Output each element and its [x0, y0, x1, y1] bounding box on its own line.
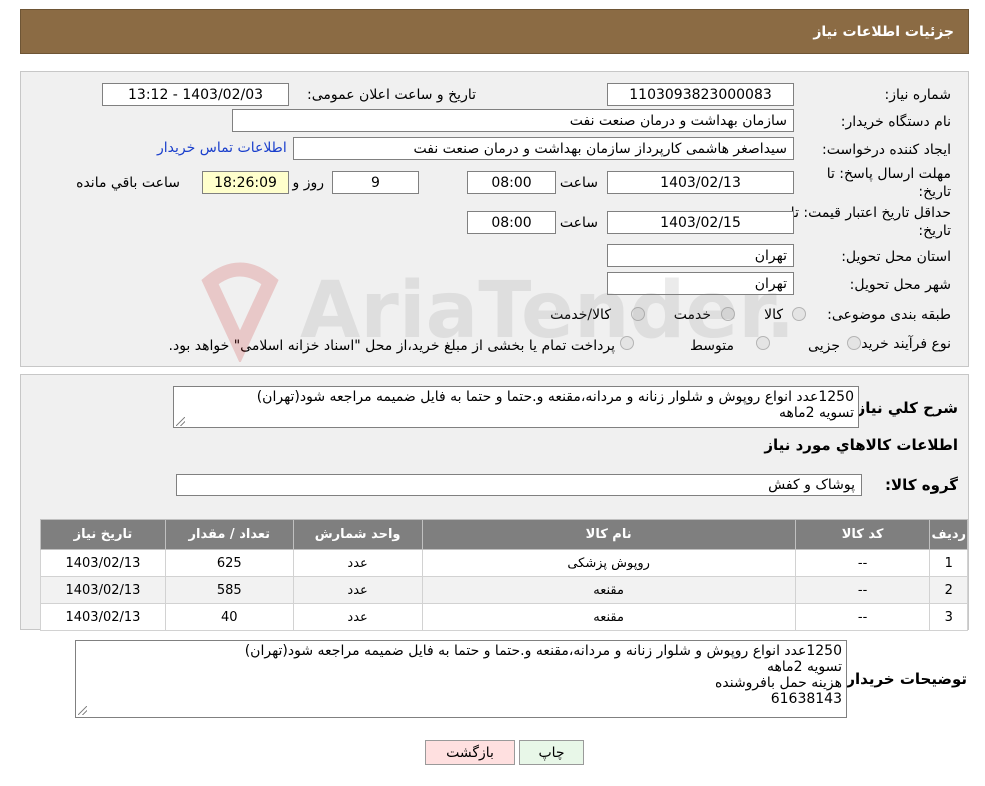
resize-grip-icon[interactable] [176, 417, 185, 426]
table-row: 1 -- روپوش پزشکی عدد 625 1403/02/13 [40, 549, 968, 577]
summary-label: شرح کلي نياز: [850, 399, 958, 417]
announce-datetime-field: 1403/02/03 - 13:12 [102, 83, 289, 106]
buyer-org-field: سازمان بهداشت و درمان صنعت نفت [232, 109, 794, 132]
category-goods-service-label: کالا/خدمت [550, 307, 611, 323]
goods-info-title: اطلاعات کالاهاي مورد نياز [764, 436, 958, 454]
process-treasury-radio[interactable] [620, 336, 634, 350]
category-label: طبقه بندی موضوعی: [827, 307, 951, 323]
process-medium-label: متوسط [690, 338, 734, 354]
items-table: رديف کد کالا نام کالا واحد شمارش تعداد /… [40, 519, 968, 631]
process-medium-radio[interactable] [756, 336, 770, 350]
creator-label: ایجاد کننده درخواست: [822, 142, 951, 158]
deadline-label: مهلت ارسال پاسخ: تا [826, 166, 951, 182]
cell-quantity: 625 [164, 549, 294, 577]
cell-unit: عدد [292, 603, 423, 631]
back-button[interactable]: بازگشت [425, 740, 515, 765]
process-minor-radio[interactable] [847, 336, 861, 350]
remaining-time-field: 18:26:09 [202, 171, 289, 194]
validity-date-field: 1403/02/15 [607, 211, 794, 234]
cell-unit: عدد [292, 576, 423, 604]
buyer-notes-textarea[interactable]: 1250عدد انواع روپوش و شلوار زنانه و مردا… [75, 640, 847, 718]
cell-item-name: مقنعه [421, 603, 796, 631]
category-goods-service-radio[interactable] [631, 307, 645, 321]
category-goods-label: کالا [764, 307, 783, 323]
cell-unit: عدد [292, 549, 423, 577]
need-info-panel: شماره نیاز: 1103093823000083 تاریخ و ساع… [20, 71, 969, 367]
cell-item-name: روپوش پزشکی [421, 549, 796, 577]
col-item-code: کد کالا [794, 519, 931, 550]
validity-time-label: ساعت [559, 215, 598, 231]
category-service-label: خدمت [673, 307, 711, 323]
col-row-number: رديف [929, 519, 968, 550]
buyer-notes-label: توضیحات خریدار: [840, 670, 967, 688]
province-label: استان محل تحویل: [841, 249, 951, 265]
city-field: تهران [607, 272, 794, 295]
city-label: شهر محل تحویل: [849, 277, 951, 293]
cell-item-name: مقنعه [421, 576, 796, 604]
remaining-label: ساعت باقي مانده [76, 175, 180, 191]
col-unit: واحد شمارش [292, 519, 423, 550]
validity-label-date: تاریخ: [918, 223, 951, 239]
col-item-name: نام کالا [421, 519, 796, 550]
summary-panel: شرح کلي نياز: 1250عدد انواع روپوش و شلوا… [20, 374, 969, 631]
page-header: جزئیات اطلاعات نیاز [20, 9, 969, 54]
deadline-date-field: 1403/02/13 [607, 171, 794, 194]
table-row: 3 -- مقنعه عدد 40 1403/02/13 [40, 603, 968, 631]
group-field: پوشاک و کفش [176, 474, 862, 496]
summary-textarea[interactable]: 1250عدد انواع روپوش و شلوار زنانه و مردا… [173, 386, 859, 428]
validity-time-field: 08:00 [467, 211, 556, 234]
cell-need-date: 1403/02/13 [40, 549, 166, 577]
col-quantity: تعداد / مقدار [164, 519, 294, 550]
table-row: 2 -- مقنعه عدد 585 1403/02/13 [40, 576, 968, 604]
category-goods-radio[interactable] [792, 307, 806, 321]
table-header-row: رديف کد کالا نام کالا واحد شمارش تعداد /… [40, 519, 968, 550]
cell-quantity: 585 [164, 576, 294, 604]
cell-row-number: 3 [929, 603, 968, 631]
cell-row-number: 2 [929, 576, 968, 604]
group-label: گروه کالا: [885, 476, 958, 494]
need-number-field: 1103093823000083 [607, 83, 794, 106]
need-number-label: شماره نیاز: [884, 87, 952, 103]
validity-label: حداقل تاریخ اعتبار قیمت: تا [790, 205, 951, 221]
remaining-days-field: 9 [332, 171, 419, 194]
resize-grip-icon[interactable] [78, 706, 87, 715]
print-button[interactable]: چاپ [519, 740, 584, 765]
buyer-org-label: نام دستگاه خریدار: [840, 114, 951, 130]
buyer-contact-link[interactable]: اطلاعات تماس خریدار [157, 140, 287, 156]
cell-item-code: -- [794, 549, 931, 577]
page-title: جزئیات اطلاعات نیاز [813, 23, 954, 40]
category-service-radio[interactable] [721, 307, 735, 321]
cell-need-date: 1403/02/13 [40, 603, 166, 631]
province-field: تهران [607, 244, 794, 267]
process-minor-label: جزیی [808, 338, 840, 354]
cell-row-number: 1 [929, 549, 968, 577]
process-treasury-note: پرداخت تمام یا بخشی از مبلغ خرید،از محل … [168, 338, 615, 354]
cell-quantity: 40 [164, 603, 294, 631]
cell-item-code: -- [794, 603, 931, 631]
days-label: روز و [292, 175, 325, 191]
creator-field: سیداصغر هاشمی کارپرداز سازمان بهداشت و د… [293, 137, 794, 160]
cell-item-code: -- [794, 576, 931, 604]
deadline-label-date: تاریخ: [918, 184, 951, 200]
cell-need-date: 1403/02/13 [40, 576, 166, 604]
announce-label: تاریخ و ساعت اعلان عمومی: [307, 87, 476, 103]
deadline-time-label: ساعت [559, 175, 598, 191]
deadline-time-field: 08:00 [467, 171, 556, 194]
col-need-date: تاریخ نیاز [40, 519, 166, 550]
process-label: نوع فرآیند خرید : [852, 336, 951, 352]
